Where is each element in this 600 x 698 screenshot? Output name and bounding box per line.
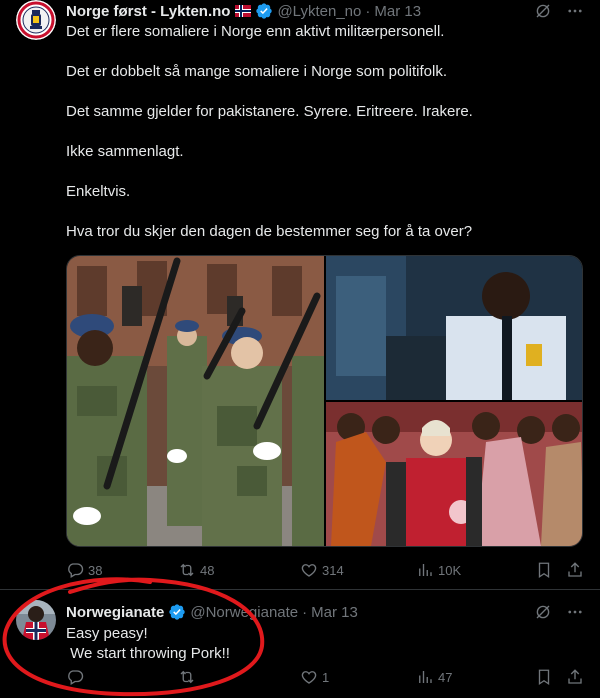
paragraph: Det er flere somaliere i Norge enn aktiv… xyxy=(66,23,445,40)
separator: · xyxy=(365,2,371,20)
timestamp[interactable]: Mar 13 xyxy=(374,3,421,20)
paragraph: Hva tror du skjer den dagen de bestemmer… xyxy=(66,223,473,240)
tweet-text: Det er flere somaliere i Norge enn aktiv… xyxy=(66,22,584,262)
tweet-header: Norge først - Lykten.no @Lykten_no · Mar… xyxy=(66,0,584,22)
display-name[interactable]: Norge først - Lykten.no xyxy=(66,3,230,20)
like-button[interactable]: 1 xyxy=(300,666,329,688)
like-icon xyxy=(301,564,317,577)
more-icon[interactable] xyxy=(566,603,584,621)
paragraph: Ikke sammenlagt. xyxy=(66,143,184,160)
verified-icon xyxy=(169,604,186,620)
text-line: We start throwing Pork!! xyxy=(66,645,230,662)
reply-button[interactable] xyxy=(66,666,88,688)
tweet-actions: 1 47 xyxy=(66,666,584,688)
bookmark-button[interactable] xyxy=(535,559,553,581)
header-actions xyxy=(534,601,584,623)
reply-icon xyxy=(68,670,84,685)
share-icon xyxy=(568,562,582,577)
avatar-lykten[interactable] xyxy=(16,0,56,40)
views-button[interactable]: 10K xyxy=(416,559,461,581)
reply-icon xyxy=(68,563,84,578)
like-count: 1 xyxy=(322,669,330,685)
views-button[interactable]: 47 xyxy=(416,666,452,688)
grok-icon[interactable] xyxy=(534,2,552,20)
display-name[interactable]: Norwegianate xyxy=(66,604,164,621)
tweet-header: Norwegianate @Norwegianate · Mar 13 xyxy=(66,601,584,623)
repost-icon xyxy=(180,563,194,577)
lykten-logo xyxy=(16,0,56,40)
avatar-norwegianate[interactable] xyxy=(16,600,56,640)
like-button[interactable]: 314 xyxy=(300,559,344,581)
bookmark-icon xyxy=(538,669,550,686)
bookmark-icon xyxy=(538,562,550,579)
more-icon[interactable] xyxy=(566,2,584,20)
bookmark-button[interactable] xyxy=(535,666,553,688)
view-count: 10K xyxy=(438,562,462,578)
like-icon xyxy=(301,671,317,684)
handle[interactable]: @Lykten_no xyxy=(277,3,361,20)
repost-button[interactable] xyxy=(178,666,200,688)
like-count: 314 xyxy=(322,562,344,578)
text-line: Easy peasy! xyxy=(66,625,148,642)
repost-count: 48 xyxy=(200,562,215,578)
photo-police-officer[interactable] xyxy=(326,256,582,400)
avatar-photo xyxy=(16,600,56,640)
view-count: 47 xyxy=(438,669,453,685)
grok-icon[interactable] xyxy=(534,603,552,621)
share-button[interactable] xyxy=(566,666,584,688)
verified-icon xyxy=(256,3,273,19)
norway-flag-icon xyxy=(235,5,252,17)
repost-icon xyxy=(180,670,194,684)
paragraph: Det samme gjelder for pakistanere. Syrer… xyxy=(66,103,473,120)
share-icon xyxy=(568,669,582,684)
tweet-reply[interactable]: Norwegianate @Norwegianate · Mar 13 Easy… xyxy=(0,590,600,698)
handle[interactable]: @Norwegianate xyxy=(190,604,298,621)
tweet-actions: 38 48 314 10K xyxy=(66,559,584,581)
photo-group-event[interactable] xyxy=(326,402,582,546)
tweet-text: Easy peasy! We start throwing Pork!! xyxy=(66,624,584,664)
photo-soldiers-parade[interactable] xyxy=(67,256,324,546)
reply-button[interactable]: 38 xyxy=(66,559,102,581)
media-grid xyxy=(66,255,583,547)
reply-count: 38 xyxy=(88,562,103,578)
timestamp[interactable]: Mar 13 xyxy=(311,604,358,621)
paragraph: Enkeltvis. xyxy=(66,183,131,200)
tweet-original[interactable]: Norge først - Lykten.no @Lykten_no · Mar… xyxy=(0,0,600,590)
repost-button[interactable]: 48 xyxy=(178,559,214,581)
header-actions xyxy=(534,0,584,22)
paragraph: Det er dobbelt så mange somaliere i Norg… xyxy=(66,63,448,80)
separator: · xyxy=(302,603,308,621)
share-button[interactable] xyxy=(566,559,584,581)
views-icon xyxy=(419,564,432,576)
views-icon xyxy=(419,671,432,683)
